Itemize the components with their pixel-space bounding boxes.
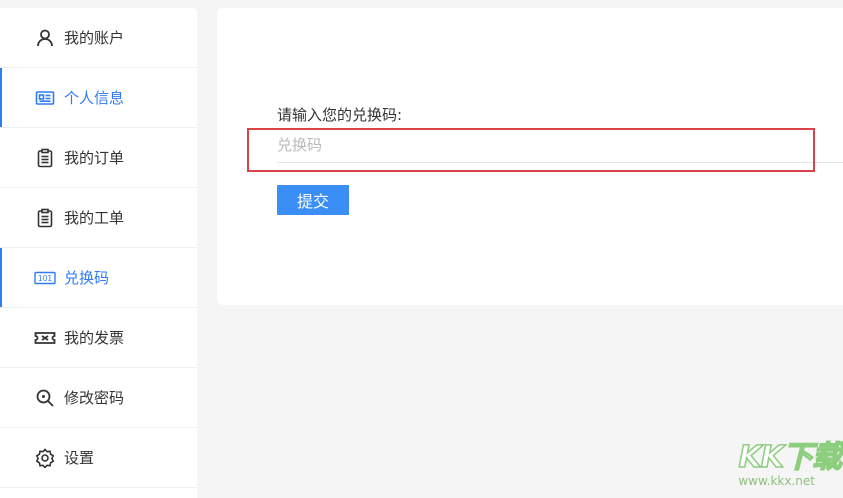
sidebar-item-label: 我的账户 [64, 29, 125, 47]
svg-text:101: 101 [38, 274, 53, 283]
sidebar: 我的账户 个人信息 我的订单 我的工单 101 兑换码 我的发票 修改密码 设置 [0, 8, 197, 498]
watermark-logo: KK下载 [738, 439, 843, 476]
sidebar-item-label: 修改密码 [64, 389, 125, 407]
redeem-code-input[interactable] [277, 130, 843, 160]
submit-button[interactable]: 提交 [277, 185, 349, 215]
user-icon [34, 27, 56, 49]
redeem-code-icon: 101 [34, 267, 56, 289]
sidebar-item-label: 个人信息 [64, 89, 125, 107]
watermark-url: www.kkx.net [738, 474, 815, 488]
gear-icon [34, 447, 56, 469]
sidebar-item-my-tickets[interactable]: 我的工单 [0, 188, 197, 248]
sidebar-item-my-account[interactable]: 我的账户 [0, 8, 197, 68]
sidebar-item-change-password[interactable]: 修改密码 [0, 368, 197, 428]
redeem-prompt: 请输入您的兑换码: [277, 106, 403, 124]
sidebar-item-label: 我的订单 [64, 149, 125, 167]
sidebar-item-my-invoices[interactable]: 我的发票 [0, 308, 197, 368]
sidebar-item-settings[interactable]: 设置 [0, 428, 197, 488]
sidebar-item-label: 设置 [64, 449, 95, 467]
id-card-icon [34, 87, 56, 109]
sidebar-item-redeem-code[interactable]: 101 兑换码 [0, 248, 197, 308]
sidebar-item-personal-info[interactable]: 个人信息 [0, 68, 197, 128]
sidebar-item-my-orders[interactable]: 我的订单 [0, 128, 197, 188]
watermark: KK下载 www.kkx.net [713, 430, 843, 490]
sidebar-item-label: 我的发票 [64, 329, 125, 347]
redeem-input-wrapper [277, 130, 843, 163]
sidebar-item-label: 兑换码 [64, 269, 110, 287]
sidebar-item-label: 我的工单 [64, 209, 125, 227]
clipboard-icon [34, 207, 56, 229]
redeem-card: 请输入您的兑换码: 提交 [217, 8, 843, 305]
clipboard-icon [34, 147, 56, 169]
ticket-icon [34, 327, 56, 349]
search-key-icon [34, 387, 56, 409]
